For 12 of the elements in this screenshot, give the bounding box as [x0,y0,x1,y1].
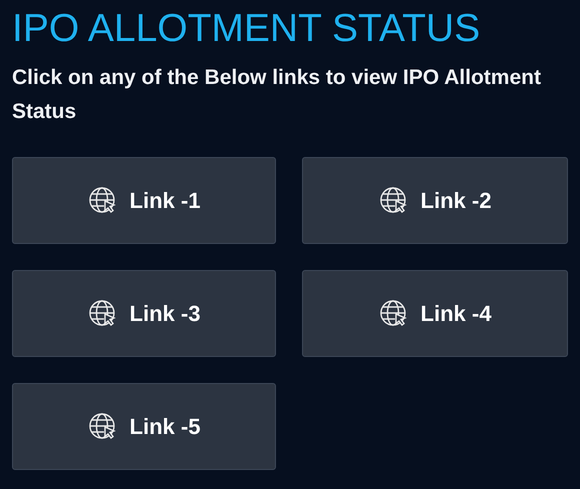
link-button[interactable]: Link -5 [12,383,276,470]
link-button[interactable]: Link -1 [12,157,276,244]
globe-cursor-icon [88,186,118,216]
link-button[interactable]: Link -4 [302,270,568,357]
globe-cursor-icon [88,298,118,328]
page-title: IPO ALLOTMENT STATUS [12,6,482,52]
globe-cursor-icon [378,298,409,328]
globe-cursor-icon [88,412,118,442]
link-button[interactable]: Link -2 [302,157,568,244]
link-button[interactable]: Link -3 [12,270,276,357]
globe-cursor-icon [378,186,409,216]
instruction-text: Click on any of the Below links to view IPO Allotment Status [12,65,542,125]
